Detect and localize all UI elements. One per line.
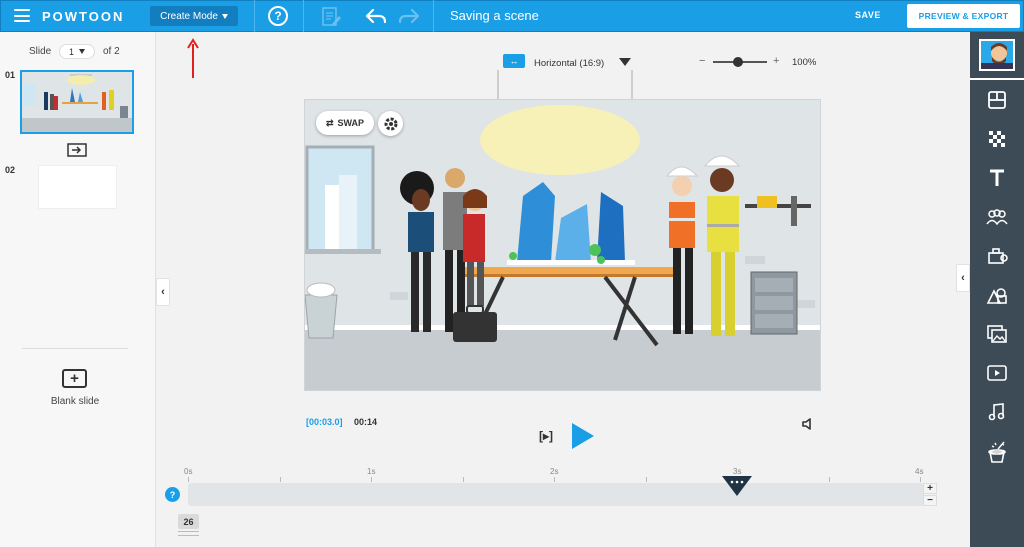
images-icon[interactable] <box>985 322 1009 346</box>
swap-button[interactable]: ⇄ SWAP <box>316 111 374 135</box>
timeline-tick-label: 2s <box>550 467 559 476</box>
undo-icon[interactable] <box>364 7 388 25</box>
help-icon[interactable]: ? <box>268 6 288 26</box>
frame-preview-button[interactable]: [▸] <box>531 426 561 446</box>
frame-lines <box>178 531 199 536</box>
magic-hat-icon[interactable] <box>985 440 1009 464</box>
scene-canvas[interactable] <box>304 99 821 391</box>
timeline-tick <box>463 477 464 482</box>
office-scene-illustration <box>305 105 820 390</box>
slides-panel: Slide 1 of 2 01 02 + Blank slide <box>0 32 156 547</box>
characters-icon[interactable] <box>985 205 1009 229</box>
slide-thumbnail-1[interactable] <box>20 70 134 134</box>
timeline-tick <box>554 477 555 482</box>
timeline-help-icon[interactable]: ? <box>165 487 180 502</box>
divider <box>970 78 1024 80</box>
timeline-tick-label: 3s <box>733 467 742 476</box>
scene-title: Saving a scene <box>450 8 539 23</box>
zoom-out-button[interactable]: − <box>699 55 705 67</box>
settings-button[interactable] <box>378 111 403 136</box>
chevron-down-icon <box>79 49 85 54</box>
swap-label: SWAP <box>337 118 365 128</box>
slide-thumbnail-2[interactable] <box>38 165 117 209</box>
frame-count-badge: 26 <box>178 514 199 529</box>
timeline-playhead[interactable] <box>722 476 752 496</box>
slide-number: 02 <box>5 165 16 175</box>
create-mode-label: Create Mode <box>160 10 218 22</box>
slide-label: Slide <box>29 46 52 57</box>
volume-icon[interactable] <box>801 416 817 432</box>
transition-icon[interactable] <box>67 143 87 157</box>
slide-selector[interactable]: 1 <box>59 44 95 59</box>
shapes-icon[interactable] <box>985 283 1009 307</box>
chevron-down-icon <box>221 13 228 19</box>
timeline-zoom-in-button[interactable]: + <box>923 483 937 494</box>
text-icon[interactable] <box>985 166 1009 190</box>
total-time: 00:14 <box>354 417 378 427</box>
divider <box>22 348 128 349</box>
play-button[interactable] <box>572 423 594 449</box>
layout-icon[interactable] <box>985 88 1009 112</box>
timeline-zoom-out-button[interactable]: − <box>923 495 937 506</box>
timeline-track[interactable] <box>188 483 924 506</box>
save-button[interactable]: SAVE <box>855 10 881 20</box>
divider <box>433 0 434 32</box>
orientation-dropdown-icon[interactable] <box>619 58 631 66</box>
orientation-icon[interactable]: ↔ <box>503 54 525 68</box>
timeline-tick <box>188 477 189 482</box>
preview-export-button[interactable]: PREVIEW & EXPORT <box>907 4 1020 28</box>
divider <box>303 0 304 32</box>
annotation-arrow <box>187 38 199 78</box>
zoom-slider-handle[interactable] <box>733 57 743 67</box>
create-mode-dropdown[interactable]: Create Mode <box>150 6 238 26</box>
gear-icon <box>384 117 397 130</box>
video-icon[interactable] <box>985 361 1009 385</box>
timeline-tick <box>829 477 830 482</box>
zoom-value: 100% <box>792 57 817 68</box>
timeline-tick <box>280 477 281 482</box>
timeline-tick-label: 1s <box>367 467 376 476</box>
music-icon[interactable] <box>985 400 1009 424</box>
blank-slide-label[interactable]: Blank slide <box>40 396 110 407</box>
add-blank-slide-icon[interactable]: + <box>62 369 87 388</box>
slide-count: of 2 <box>103 46 120 57</box>
zoom-in-button[interactable]: + <box>773 55 779 67</box>
avatar-image <box>981 41 1013 69</box>
collapse-right-panel-button[interactable]: ‹ <box>956 264 970 292</box>
timeline-tick-label: 0s <box>184 467 193 476</box>
background-icon[interactable] <box>985 127 1009 151</box>
swap-icon: ⇄ <box>325 117 334 128</box>
orientation-label[interactable]: Horizontal (16:9) <box>534 58 604 69</box>
timeline-tick-label: 4s <box>915 467 924 476</box>
user-avatar[interactable] <box>979 39 1015 71</box>
powtoon-logo[interactable]: POWTOON <box>42 9 124 24</box>
slide-selector-value: 1 <box>68 46 74 57</box>
timeline-tick <box>371 477 372 482</box>
current-time: [00:03.0] <box>306 417 343 427</box>
redo-icon[interactable] <box>397 7 421 25</box>
timeline-tick <box>920 477 921 482</box>
divider <box>254 0 255 32</box>
menu-icon[interactable] <box>14 9 30 22</box>
slide-number: 01 <box>5 70 16 80</box>
timeline-tick <box>646 477 647 482</box>
slide-thumbnail-image <box>22 72 132 132</box>
props-icon[interactable] <box>985 244 1009 268</box>
notes-icon[interactable] <box>320 6 342 28</box>
collapse-left-panel-button[interactable]: ‹ <box>156 278 170 306</box>
